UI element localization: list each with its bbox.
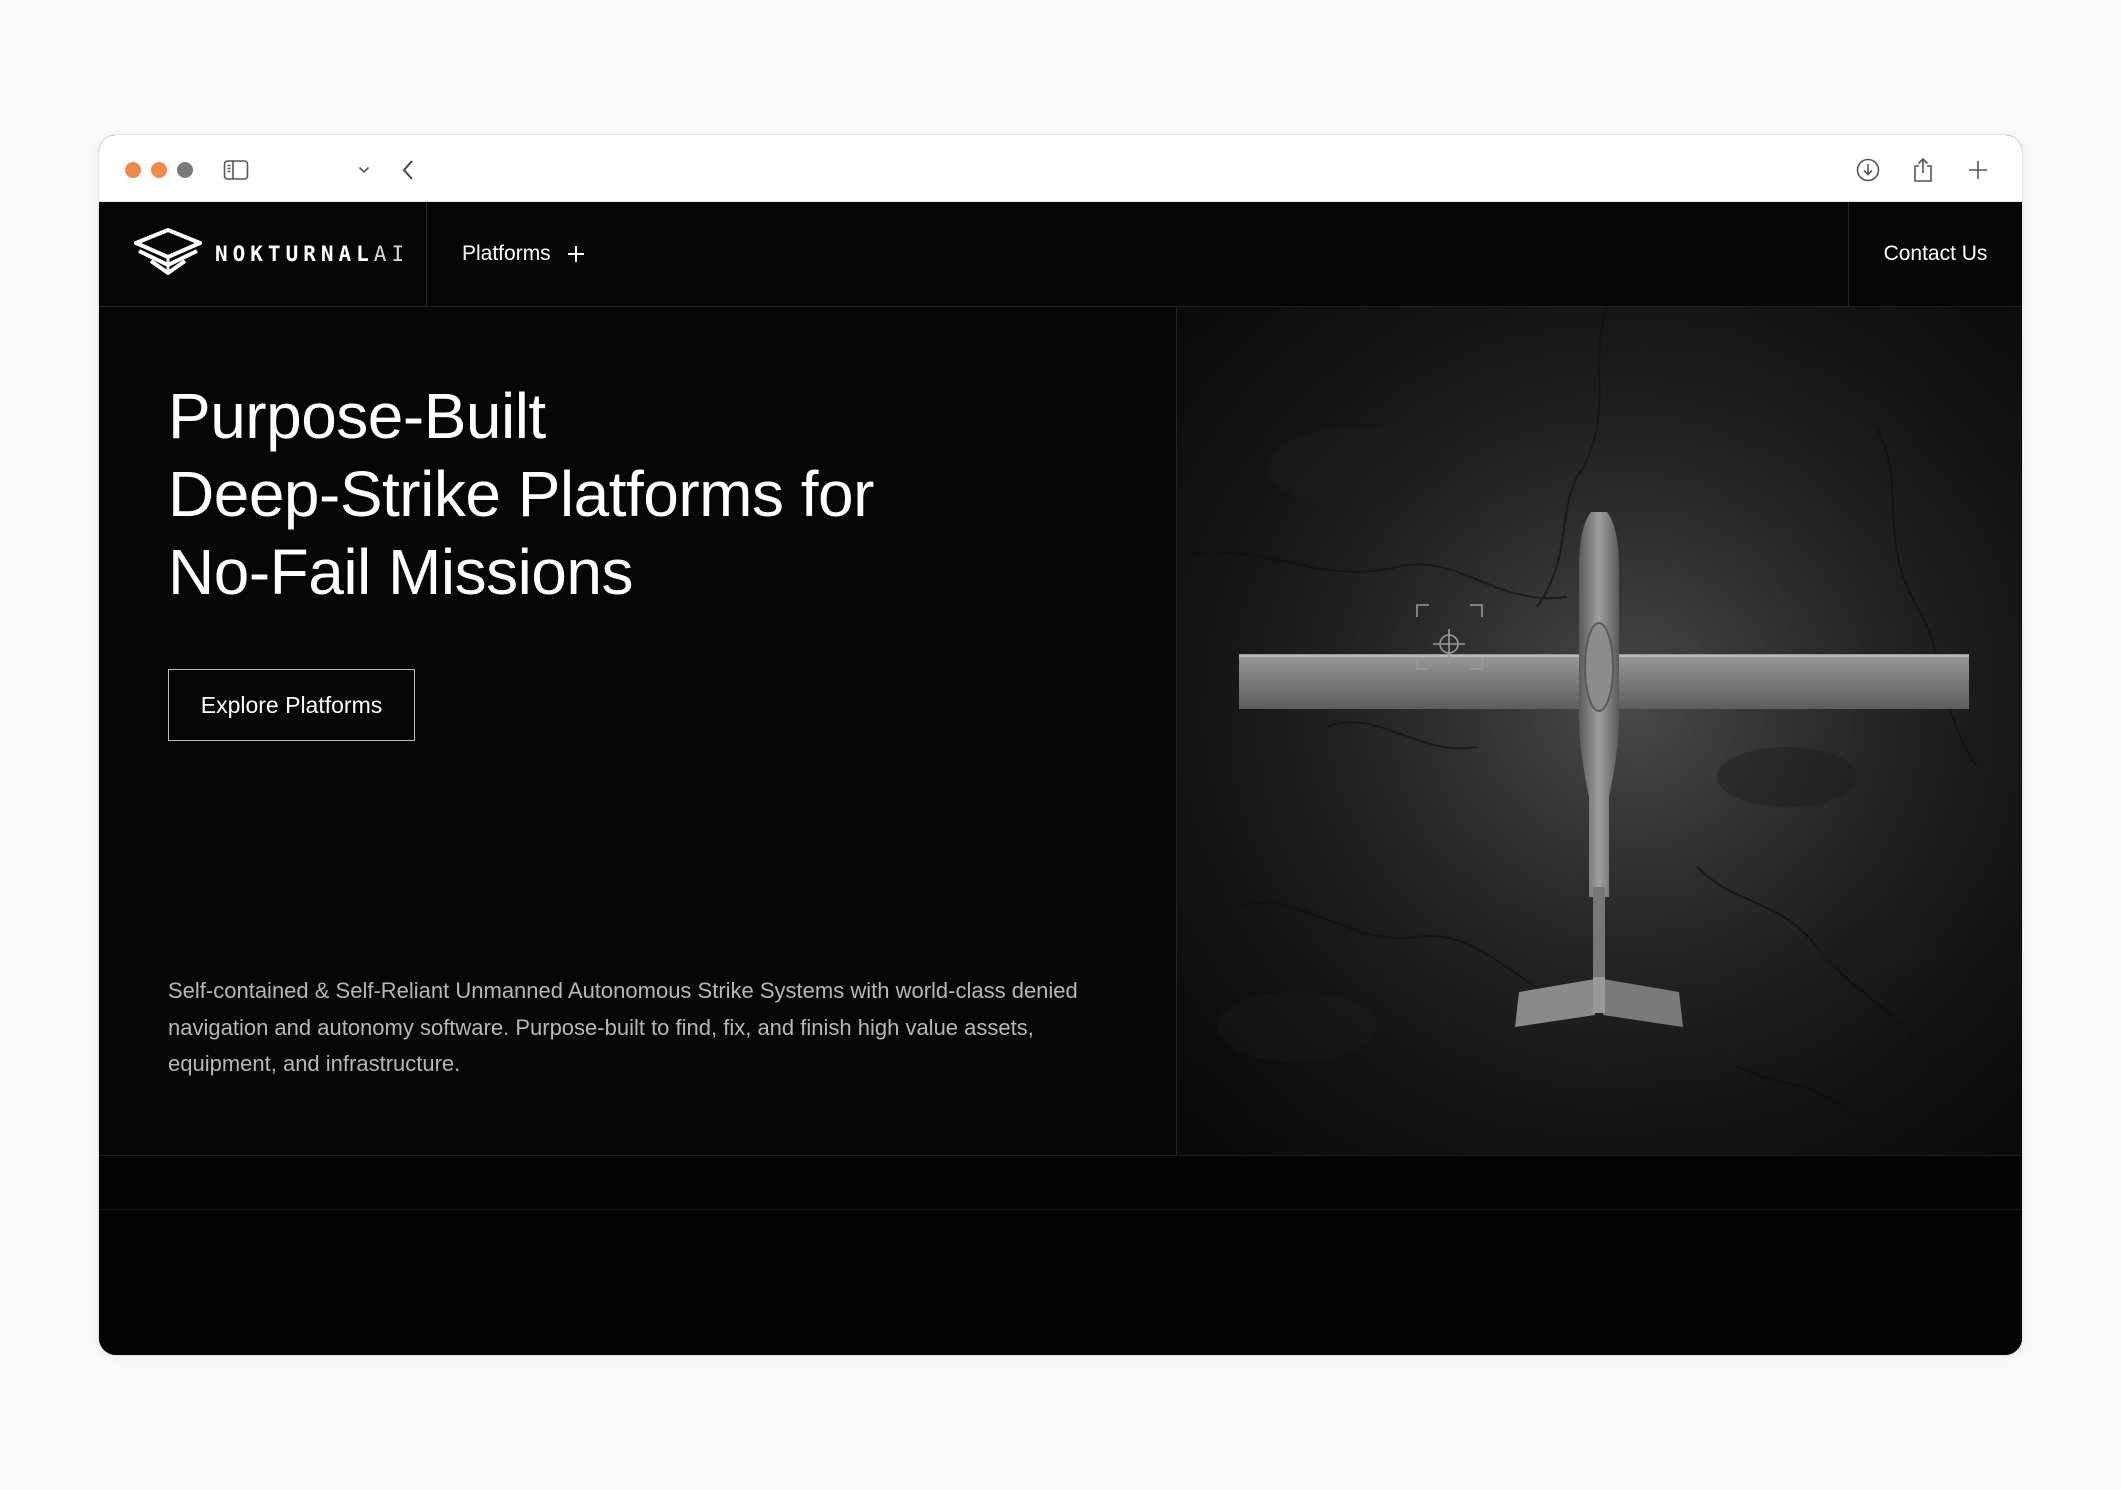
- hero-title-line-3: No-Fail Missions: [168, 536, 633, 608]
- hero-title-line-1: Purpose-Built: [168, 380, 546, 452]
- share-icon[interactable]: [1908, 155, 1938, 185]
- explore-platforms-button[interactable]: Explore Platforms: [168, 669, 415, 741]
- page-bottom-section: [99, 1155, 2022, 1355]
- close-window-dot[interactable]: [125, 162, 141, 178]
- hero-section: Purpose-Built Deep-Strike Platforms for …: [99, 307, 1177, 1155]
- back-arrow-icon[interactable]: [393, 155, 423, 185]
- browser-toolbar: [99, 135, 2022, 202]
- hero-description: Self-contained & Self-Reliant Unmanned A…: [168, 978, 1078, 1076]
- nav-platforms-label: Platforms: [462, 242, 551, 265]
- contact-us-link[interactable]: Contact Us: [1848, 202, 2022, 306]
- new-tab-plus-icon[interactable]: [1963, 155, 1993, 185]
- minimize-window-dot[interactable]: [151, 162, 167, 178]
- sidebar-icon[interactable]: [221, 155, 251, 185]
- download-icon[interactable]: [1853, 155, 1883, 185]
- nav-platforms-menu[interactable]: Platforms: [462, 202, 585, 306]
- browser-window: NOKTURNALAI Platforms Contact Us Purpose…: [98, 134, 2023, 1356]
- nokturnal-logo-icon: [133, 227, 203, 282]
- hero-drone-image: [1177, 307, 2022, 1155]
- zoom-window-dot[interactable]: [177, 162, 193, 178]
- brand-wordmark: NOKTURNALAI: [215, 242, 410, 266]
- site-navbar: NOKTURNALAI Platforms Contact Us: [99, 202, 2022, 307]
- hero-title-line-2: Deep-Strike Platforms for: [168, 458, 874, 530]
- plus-icon: [567, 245, 585, 263]
- section-divider: [99, 1209, 2022, 1210]
- hero-title: Purpose-Built Deep-Strike Platforms for …: [168, 377, 1068, 611]
- brand-logo-link[interactable]: NOKTURNALAI: [99, 202, 427, 306]
- chevron-down-icon[interactable]: [355, 155, 373, 185]
